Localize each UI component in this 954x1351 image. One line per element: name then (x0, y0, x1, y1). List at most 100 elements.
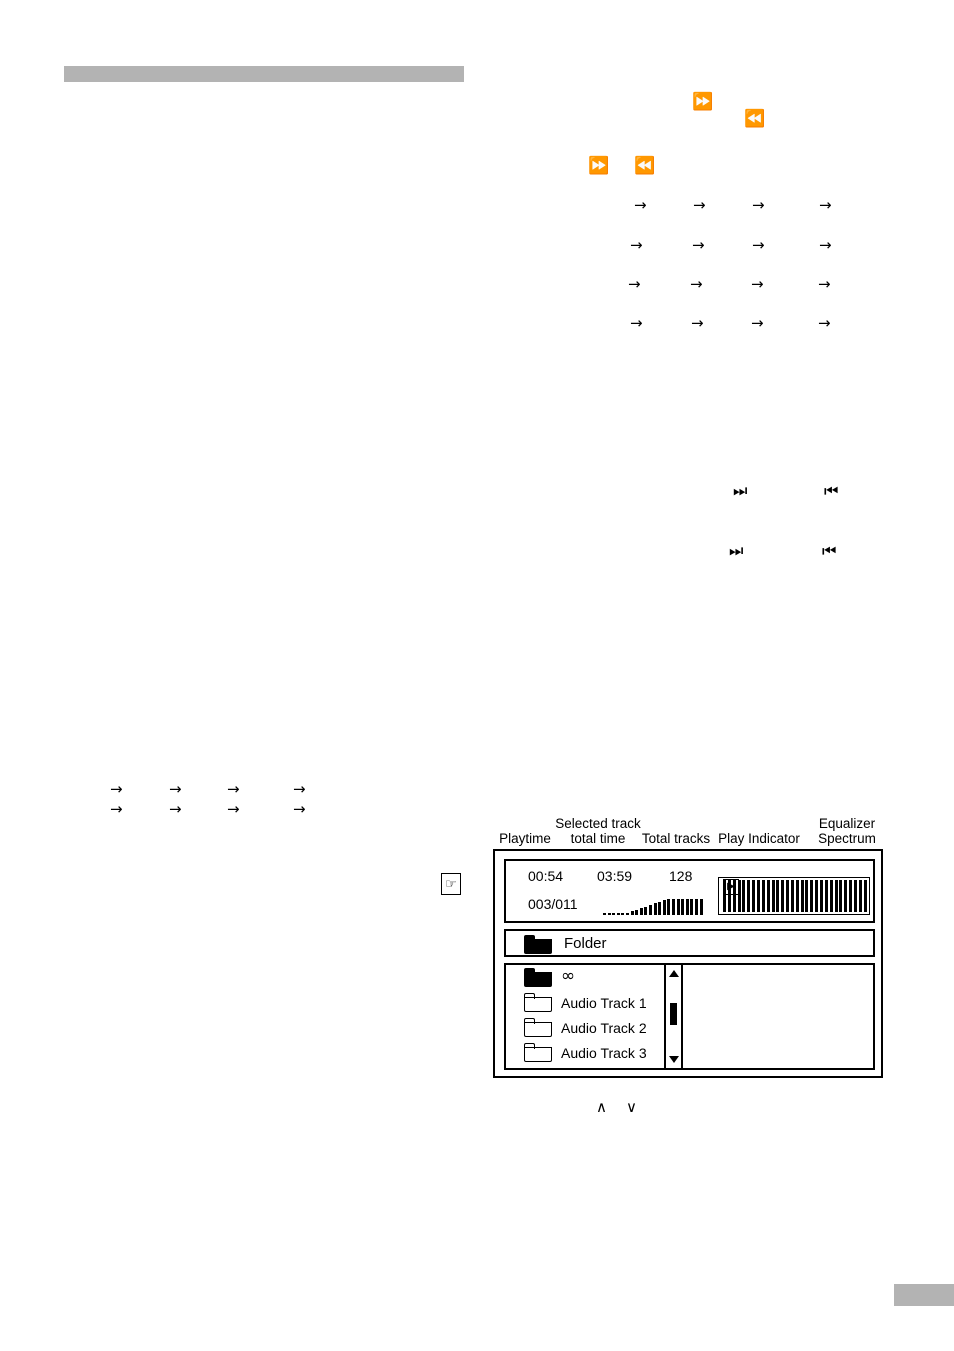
callout-play-indicator: Play Indicator (718, 831, 800, 846)
infinity-icon: ∞ (561, 966, 576, 986)
arrow-right-icon-r2c1: → (630, 236, 643, 254)
progress-tick (626, 913, 629, 915)
progress-tick (635, 909, 639, 915)
spectrum-bar (824, 880, 828, 912)
list-item[interactable]: ∞ (506, 965, 681, 990)
list-item-label: Audio Track 3 (561, 1044, 647, 1061)
arrow-right-icon-r2c4: → (819, 236, 832, 254)
list-item[interactable]: Audio Track 3 (506, 1040, 681, 1065)
arrow-right-icon-r4c3: → (751, 314, 764, 332)
arrow-right-icon-r1c4: → (819, 196, 832, 214)
document-page: ⏩ ⏪ ⏩ ⏪ → → → → → → → → → → → → → → → → … (0, 0, 954, 1351)
page-footer-tab (894, 1284, 954, 1306)
equalizer-spectrum-display (718, 877, 870, 915)
spectrum-bar (723, 880, 726, 912)
progress-tick (672, 899, 675, 915)
arrow-right-icon-r1c3: → (752, 196, 765, 214)
spectrum-bar (756, 880, 760, 912)
list-item[interactable]: Audio Track 1 (506, 990, 681, 1015)
caret-controls: ∧ ∨ (596, 1098, 656, 1116)
current-folder-bar[interactable]: Folder (504, 929, 875, 957)
arrow-right-icon-r2c2: → (692, 236, 705, 254)
spectrum-bar (781, 880, 785, 912)
arrow-right-icon-l2c1: → (110, 800, 123, 818)
spectrum-bar (844, 880, 848, 912)
progress-tick (676, 899, 680, 915)
arrow-right-icon-r4c1: → (630, 314, 643, 332)
spectrum-bar (732, 880, 736, 912)
list-item[interactable]: Audio Track 2 (506, 1015, 681, 1040)
next-track-icon-2: ⏭ (729, 541, 744, 560)
fast-rewind-icon: ⏪ (744, 109, 766, 129)
list-item-label: Audio Track 1 (561, 994, 647, 1011)
spectrum-bar (761, 880, 765, 912)
arrow-right-icon-r3c2: → (690, 275, 703, 293)
folder-outline-icon (524, 1018, 552, 1037)
progress-tick (649, 905, 652, 915)
scrollbar-thumb[interactable] (670, 1003, 677, 1025)
track-list-panel: ∞ Audio Track 1 Audio Track 2 Audio Trac… (504, 963, 875, 1070)
progress-tick (662, 900, 666, 915)
track-detail-column (683, 965, 873, 1068)
spectrum-bar (810, 880, 814, 912)
playback-progress-bar (603, 897, 707, 915)
progress-tick (658, 901, 662, 915)
progress-tick (685, 899, 689, 915)
prev-track-icon-1: ⏮ (824, 481, 839, 500)
progress-tick (603, 913, 606, 915)
arrow-right-icon-l1c1: → (110, 780, 123, 798)
callout-total-tracks: Total tracks (641, 831, 711, 846)
spectrum-bar (727, 880, 731, 912)
spectrum-bar (752, 880, 756, 912)
arrow-right-icon-l1c3: → (227, 780, 240, 798)
spectrum-bar (771, 880, 775, 912)
arrow-right-icon-r3c1: → (628, 275, 641, 293)
spectrum-bar (786, 880, 790, 912)
total-tracks-value: 128 (669, 868, 693, 884)
callout-selected-track-total-time: Selected track total time (555, 816, 641, 846)
arrow-right-icon-r4c4: → (818, 314, 831, 332)
progress-tick (653, 903, 657, 915)
spectrum-bar (737, 880, 741, 912)
folder-bar-label: Folder (564, 934, 607, 952)
folder-outline-icon (524, 993, 552, 1012)
next-track-icon-1: ⏭ (733, 481, 748, 500)
spectrum-bar (790, 880, 794, 912)
folder-filled-icon (524, 935, 552, 954)
spectrum-bar (795, 880, 799, 912)
display-outer-frame: 00:54 03:59 128 ▶ 003/011 Folder ∞ Audio… (493, 849, 883, 1078)
arrow-right-icon-r1c2: → (693, 196, 706, 214)
scroll-down-arrow-icon[interactable] (668, 1056, 679, 1063)
arrow-right-icon-r1c1: → (634, 196, 647, 214)
caret-down-icon: ∨ (626, 1098, 637, 1116)
arrow-right-icon-r3c3: → (751, 275, 764, 293)
spectrum-bar (747, 880, 751, 912)
track-list-column[interactable]: ∞ Audio Track 1 Audio Track 2 Audio Trac… (506, 965, 683, 1068)
arrow-right-icon-l2c2: → (169, 800, 182, 818)
list-item-label: Audio Track 2 (561, 1019, 647, 1036)
scroll-up-arrow-icon[interactable] (668, 970, 679, 977)
progress-tick (616, 913, 620, 915)
playtime-value: 00:54 (528, 868, 564, 884)
progress-tick (690, 899, 694, 915)
progress-tick (612, 913, 616, 915)
arrow-right-icon-r4c2: → (691, 314, 704, 332)
track-counter-value: 003/011 (528, 896, 578, 912)
spectrum-bar (800, 880, 804, 912)
fast-forward-icon-2: ⏩ (588, 156, 610, 176)
progress-tick (667, 899, 671, 915)
list-scrollbar[interactable] (664, 965, 681, 1068)
player-display-figure: 00:54 03:59 128 ▶ 003/011 Folder ∞ Audio… (493, 849, 885, 1080)
arrow-right-icon-l1c4: → (293, 780, 306, 798)
spectrum-bar (858, 880, 862, 912)
progress-tick (681, 899, 685, 915)
section-header-bar (64, 66, 464, 82)
prev-track-icon-2: ⏮ (822, 541, 837, 560)
folder-outline-icon (524, 1043, 552, 1062)
display-info-panel: 00:54 03:59 128 ▶ 003/011 (504, 859, 875, 923)
spectrum-bar (766, 880, 770, 912)
callout-equalizer-spectrum: Equalizer Spectrum (818, 816, 876, 846)
spectrum-bar (805, 880, 809, 912)
spectrum-bar (839, 880, 843, 912)
spectrum-bar (776, 880, 780, 912)
